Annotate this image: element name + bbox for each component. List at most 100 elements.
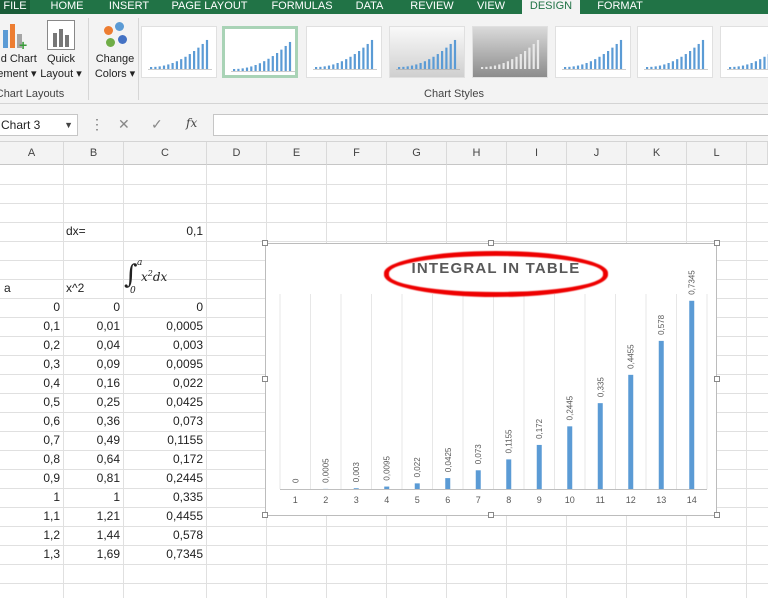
cell-a[interactable]: 1,3 (0, 545, 64, 564)
more-options-icon[interactable]: ⋮ (90, 116, 104, 133)
cell-b[interactable]: 0,25 (64, 393, 124, 412)
ribbon-tab-data[interactable]: DATA (346, 0, 393, 14)
chart-style-thumbnail[interactable] (306, 26, 382, 78)
cell-a[interactable]: 0 (0, 298, 64, 317)
chart-style-thumbnail[interactable] (389, 26, 465, 78)
chart-style-thumbnail[interactable] (141, 26, 217, 78)
cell-b[interactable]: 0,49 (64, 431, 124, 450)
insert-function-icon[interactable]: fx (186, 116, 197, 130)
ribbon-tab-home[interactable]: HOME (39, 0, 95, 14)
chart-bar[interactable] (414, 483, 420, 489)
column-header-g[interactable]: G (387, 142, 447, 165)
column-header-a[interactable]: A (0, 142, 64, 165)
chart-bar[interactable] (597, 403, 603, 489)
cell-c[interactable]: 0,003 (124, 336, 207, 355)
chart-title[interactable]: INTEGRAL IN TABLE (384, 260, 608, 277)
chart-style-thumbnail[interactable] (637, 26, 713, 78)
chart-bar[interactable] (628, 374, 634, 489)
cell-b[interactable]: 1,44 (64, 526, 124, 545)
cell-a[interactable]: 0,8 (0, 450, 64, 469)
cell-c[interactable]: 0 (124, 298, 207, 317)
cell-a[interactable]: 0,4 (0, 374, 64, 393)
cell-a[interactable]: 0,3 (0, 355, 64, 374)
cell-b[interactable]: 0,16 (64, 374, 124, 393)
cell-c[interactable]: 0,0425 (124, 393, 207, 412)
chart-style-thumbnail[interactable] (222, 26, 298, 78)
resize-handle[interactable] (488, 240, 494, 246)
cell-a[interactable]: 0,6 (0, 412, 64, 431)
cell-c[interactable]: 0,0095 (124, 355, 207, 374)
cell-a[interactable]: 0,2 (0, 336, 64, 355)
cell-b[interactable]: 0 (64, 298, 124, 317)
ribbon-tab-view[interactable]: VIEW (467, 0, 515, 14)
chart-object[interactable]: 0 1 0,0005 2 0,003 3 0,0095 4 0,022 5 0,0425 6 0,073… (262, 240, 720, 518)
column-header-j[interactable]: J (567, 142, 627, 165)
ribbon-tab-insert[interactable]: INSERT (104, 0, 154, 14)
cell-dx-label[interactable]: dx= (66, 222, 124, 241)
cancel-icon[interactable]: ✕ (118, 116, 130, 133)
cell-a[interactable]: 1 (0, 488, 64, 507)
resize-handle[interactable] (488, 512, 494, 518)
ribbon-tab-file[interactable]: FILE (0, 0, 30, 14)
ribbon-tab-formulas[interactable]: FORMULAS (266, 0, 338, 14)
chart-bar[interactable] (689, 300, 695, 489)
cell-c[interactable]: 0,4455 (124, 507, 207, 526)
cell-c[interactable]: 0,7345 (124, 545, 207, 564)
column-header-e[interactable]: E (267, 142, 327, 165)
column-header-i[interactable]: I (507, 142, 567, 165)
cell-c[interactable]: 0,022 (124, 374, 207, 393)
cell-b[interactable]: 0,81 (64, 469, 124, 488)
cell-a[interactable]: 1,2 (0, 526, 64, 545)
cell-b[interactable]: 0,09 (64, 355, 124, 374)
chart-bar[interactable] (506, 459, 512, 489)
cell-b[interactable]: 1,21 (64, 507, 124, 526)
cell-c[interactable]: 0,1155 (124, 431, 207, 450)
cell-c[interactable]: 0,0005 (124, 317, 207, 336)
chart-bar[interactable] (567, 426, 573, 489)
add-chart-element-button[interactable]: + Add Chart Element ▾ (0, 20, 42, 82)
cell-c[interactable]: 0,172 (124, 450, 207, 469)
resize-handle[interactable] (714, 376, 720, 382)
chart-bar[interactable] (384, 486, 390, 489)
cell-header-a[interactable]: a (4, 279, 62, 298)
chart-bar[interactable] (475, 470, 481, 489)
resize-handle[interactable] (262, 240, 268, 246)
name-box[interactable]: Chart 3 ▼ (0, 114, 78, 136)
chevron-down-icon[interactable]: ▼ (64, 115, 73, 135)
chart-style-thumbnail[interactable] (555, 26, 631, 78)
cell-c[interactable]: 0,2445 (124, 469, 207, 488)
column-header-c[interactable]: C (124, 142, 207, 165)
chart-style-thumbnail[interactable] (472, 26, 548, 78)
formula-input[interactable] (213, 114, 768, 136)
resize-handle[interactable] (262, 376, 268, 382)
ribbon-tab-review[interactable]: REVIEW (402, 0, 462, 14)
change-colors-button[interactable]: Change Colors ▾ (92, 20, 138, 82)
column-header-k[interactable]: K (627, 142, 687, 165)
resize-handle[interactable] (262, 512, 268, 518)
ribbon-tab-format[interactable]: FORMAT (584, 0, 656, 14)
cell-a[interactable]: 0,9 (0, 469, 64, 488)
resize-handle[interactable] (714, 240, 720, 246)
chart-bar[interactable] (536, 444, 542, 489)
chart-bar[interactable] (445, 478, 451, 489)
cell-a[interactable]: 1,1 (0, 507, 64, 526)
cell-a[interactable]: 0,1 (0, 317, 64, 336)
chart-bar[interactable] (353, 488, 359, 489)
chart-bar[interactable] (658, 340, 664, 489)
quick-layout-button[interactable]: Quick Layout ▾ (38, 20, 84, 82)
cell-dx-value[interactable]: 0,1 (124, 222, 207, 241)
cell-header-b[interactable]: x^2 (66, 279, 124, 298)
cell-b[interactable]: 1,69 (64, 545, 124, 564)
column-header-b[interactable]: B (64, 142, 124, 165)
cell-c[interactable]: 0,073 (124, 412, 207, 431)
column-header-f[interactable]: F (327, 142, 387, 165)
resize-handle[interactable] (714, 512, 720, 518)
ribbon-tab-design[interactable]: DESIGN (522, 0, 580, 14)
cell-a[interactable]: 0,5 (0, 393, 64, 412)
cell-a[interactable]: 0,7 (0, 431, 64, 450)
cell-b[interactable]: 1 (64, 488, 124, 507)
column-header-h[interactable]: H (447, 142, 507, 165)
column-header-l[interactable]: L (687, 142, 747, 165)
ribbon-tab-page-layout[interactable]: PAGE LAYOUT (163, 0, 256, 14)
column-header-d[interactable]: D (207, 142, 267, 165)
